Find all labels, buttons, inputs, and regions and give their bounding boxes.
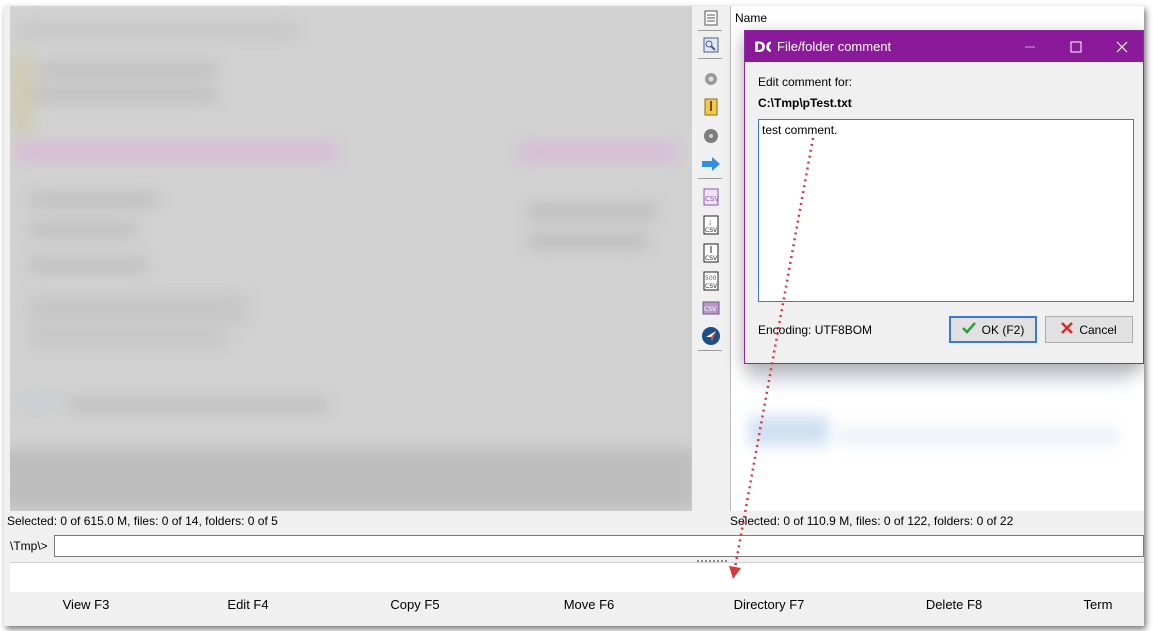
svg-text:;: ; [709, 218, 711, 226]
svg-text:CSV: CSV [705, 283, 718, 290]
image-viewer-icon[interactable] [700, 34, 721, 55]
ok-button[interactable]: OK (F2) [949, 316, 1037, 343]
svg-text:CSV: CSV [705, 255, 718, 262]
dialog-title-bar[interactable]: DC File/folder comment [745, 31, 1143, 62]
checkmark-icon [961, 322, 976, 337]
view-f3-button[interactable]: View F3 [10, 594, 162, 616]
file-path: C:\Tmp\pTest.txt [758, 96, 852, 110]
command-line-path: \Tmp\> [10, 539, 48, 553]
term-button[interactable]: Term [1052, 594, 1144, 616]
close-icon[interactable] [1099, 31, 1144, 62]
app-window: Selected: 0 of 615.0 M, files: 0 of 14, … [4, 6, 1144, 626]
cancel-button[interactable]: Cancel [1045, 316, 1133, 343]
ok-label: OK (F2) [981, 322, 1025, 337]
splitter-handle[interactable] [697, 560, 727, 562]
app-logo-icon: DC [754, 38, 776, 56]
csv-500-icon[interactable]: 500 CSV [700, 270, 721, 291]
blurred-content [739, 356, 1139, 506]
comment-dialog: DC File/folder comment Edit comment for:… [744, 30, 1144, 364]
right-status-bar: Selected: 0 of 110.9 M, files: 0 of 122,… [730, 514, 1014, 528]
csv-small-icon[interactable]: CSV [700, 297, 721, 318]
edit-f4-button[interactable]: Edit F4 [162, 594, 334, 616]
gear-icon[interactable] [700, 68, 721, 89]
move-f6-button[interactable]: Move F6 [496, 594, 682, 616]
svg-text:DC: DC [754, 40, 771, 55]
encoding-value: UTF8BOM [814, 323, 873, 337]
command-line-input[interactable] [54, 535, 1144, 557]
toolbar-separator [698, 178, 722, 179]
svg-text:CSV: CSV [704, 306, 717, 313]
comment-textarea[interactable]: test comment. [758, 119, 1134, 302]
svg-text:CSV: CSV [705, 195, 719, 203]
arrow-right-icon[interactable] [700, 153, 721, 174]
nav-icon[interactable] [700, 325, 721, 346]
csv-semicolon-icon[interactable]: ; CSV [700, 214, 721, 235]
maximize-icon[interactable] [1053, 31, 1099, 62]
function-key-bar: View F3 Edit F4 Copy F5 Move F6 Director… [10, 594, 1144, 616]
encoding-label: Encoding: [758, 323, 812, 337]
toolbar-separator [698, 58, 722, 59]
minimize-icon[interactable] [1007, 31, 1053, 62]
toolbar-separator [698, 30, 722, 31]
document-icon[interactable] [700, 7, 721, 28]
command-line-row: \Tmp\> [4, 534, 1144, 558]
blurred-content [10, 6, 692, 511]
left-file-panel[interactable] [10, 6, 692, 511]
csv-icon[interactable]: CSV [700, 186, 721, 207]
copy-f5-button[interactable]: Copy F5 [334, 594, 496, 616]
cancel-label: Cancel [1079, 322, 1117, 337]
csv-pipe-icon[interactable]: CSV [700, 242, 721, 263]
svg-text:CSV: CSV [705, 227, 718, 234]
column-header-name[interactable]: Name [735, 11, 767, 25]
delete-f8-button[interactable]: Delete F8 [856, 594, 1052, 616]
dialog-title: File/folder comment [777, 39, 892, 54]
disk-icon[interactable] [700, 125, 721, 146]
edit-comment-label: Edit comment for: [758, 75, 853, 89]
encoding-row: Encoding: UTF8BOM [758, 323, 872, 337]
svg-text:500: 500 [705, 275, 717, 282]
vertical-toolbar: CSV ; CSV CSV 500 CSV CSV [698, 6, 724, 356]
cancel-x-icon [1061, 322, 1074, 337]
left-status-bar: Selected: 0 of 615.0 M, files: 0 of 14, … [7, 514, 278, 528]
terminal-area[interactable] [10, 562, 1144, 592]
archive-icon[interactable] [700, 96, 721, 117]
toolbar-separator [698, 350, 722, 351]
directory-f7-button[interactable]: Directory F7 [682, 594, 856, 616]
